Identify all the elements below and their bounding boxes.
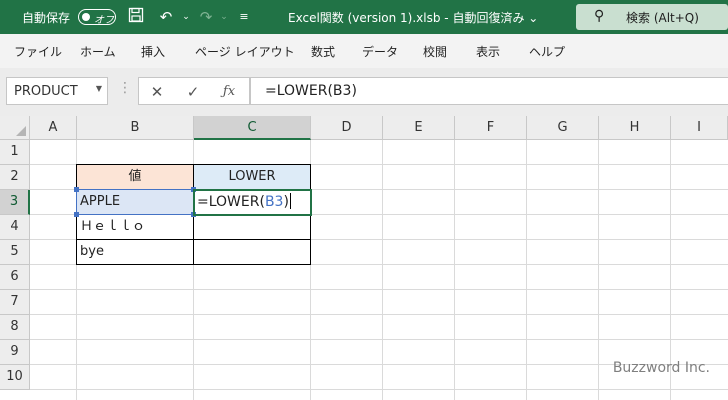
row-header-2[interactable]: 2 xyxy=(0,165,30,190)
search-label: 検索 (Alt+Q) xyxy=(626,11,699,25)
column-header-i[interactable]: I xyxy=(671,116,728,140)
active-cell-border xyxy=(193,189,312,216)
gridline xyxy=(526,140,527,400)
autosave-toggle[interactable]: オフ xyxy=(78,9,116,26)
resize-handle-icon[interactable]: ⋮ xyxy=(118,80,132,96)
toggle-knob xyxy=(82,13,90,21)
tab-review[interactable]: 校閲 xyxy=(423,43,447,60)
formula-text: =LOWER(B3) xyxy=(265,83,357,99)
column-header-b[interactable]: B xyxy=(77,116,194,140)
search-icon: ⚲ xyxy=(594,8,605,24)
tab-insert[interactable]: 挿入 xyxy=(141,43,165,60)
reference-highlight[interactable] xyxy=(76,189,194,215)
gridline xyxy=(30,389,728,390)
tab-page-layout[interactable]: ページ レイアウト xyxy=(195,43,295,60)
tab-file[interactable]: ファイル xyxy=(14,43,62,60)
row-header-9[interactable]: 9 xyxy=(0,340,30,365)
row-header-5[interactable]: 5 xyxy=(0,240,30,265)
worksheet[interactable]: A B C D E F G H I 1 2 3 4 5 6 7 8 9 10 値… xyxy=(0,116,728,400)
gridline xyxy=(30,314,728,315)
reference-handle[interactable] xyxy=(74,212,79,217)
gridline xyxy=(30,289,728,290)
column-header-a[interactable]: A xyxy=(30,116,77,140)
column-header-h[interactable]: H xyxy=(599,116,671,140)
gridline xyxy=(382,140,383,400)
window-title: Excel関数 (version 1).xlsb - 自動回復済み ⌄ xyxy=(288,11,539,25)
row-header-10[interactable]: 10 xyxy=(0,365,30,390)
column-header-d[interactable]: D xyxy=(311,116,383,140)
ribbon-tabs: ファイル ホーム 挿入 ページ レイアウト 数式 データ 校閲 表示 ヘルプ xyxy=(0,34,728,68)
formula-input[interactable]: =LOWER(B3) xyxy=(250,77,728,105)
undo-icon[interactable]: ↶ xyxy=(156,7,176,27)
enter-icon[interactable]: ✓ xyxy=(181,82,205,102)
tab-view[interactable]: 表示 xyxy=(476,43,500,60)
tab-home[interactable]: ホーム xyxy=(80,43,116,60)
column-header-e[interactable]: E xyxy=(383,116,455,140)
tab-formulas[interactable]: 数式 xyxy=(311,43,335,60)
watermark: Buzzword Inc. xyxy=(612,360,710,376)
row-header-4[interactable]: 4 xyxy=(0,215,30,240)
customize-icon[interactable]: ≡ xyxy=(234,7,254,27)
autosave-state: オフ xyxy=(94,15,114,26)
formula-buttons: ✕ ✓ ƒx xyxy=(138,77,250,105)
select-all-icon xyxy=(16,126,26,136)
column-header-c[interactable]: C xyxy=(194,116,311,140)
row-header-3[interactable]: 3 xyxy=(0,190,30,215)
autosave-label: 自動保存 xyxy=(22,11,71,25)
chevron-down-icon[interactable]: ▼ xyxy=(96,84,102,93)
insert-function-icon[interactable]: ƒx xyxy=(217,82,241,102)
tab-help[interactable]: ヘルプ xyxy=(529,43,565,60)
column-header-g[interactable]: G xyxy=(527,116,599,140)
row-header-7[interactable]: 7 xyxy=(0,290,30,315)
gridline xyxy=(30,339,728,340)
title-bar: 自動保存 オフ ↶ ⌄ ↷ ⌄ ≡ Excel関数 (version 1).xl… xyxy=(0,0,728,34)
save-icon[interactable] xyxy=(126,7,146,27)
cancel-icon[interactable]: ✕ xyxy=(145,82,169,102)
reference-handle[interactable] xyxy=(74,187,79,192)
select-all-button[interactable] xyxy=(0,116,30,140)
table-border xyxy=(76,239,311,240)
redo-icon[interactable]: ↷ xyxy=(196,7,216,27)
formula-bar: PRODUCT ▼ ⋮ ✕ ✓ ƒx =LOWER(B3) xyxy=(0,68,728,116)
row-header-1[interactable]: 1 xyxy=(0,140,30,165)
tab-data[interactable]: データ xyxy=(362,43,398,60)
column-header-f[interactable]: F xyxy=(455,116,527,140)
redo-dropdown-icon[interactable]: ⌄ xyxy=(214,7,234,27)
undo-dropdown-icon[interactable]: ⌄ xyxy=(176,7,196,27)
gridline xyxy=(598,140,599,400)
name-box-value: PRODUCT xyxy=(14,84,78,99)
name-box[interactable]: PRODUCT ▼ xyxy=(6,77,108,105)
search-box[interactable]: ⚲ 検索 (Alt+Q) xyxy=(576,4,728,30)
row-header-8[interactable]: 8 xyxy=(0,315,30,340)
row-header-6[interactable]: 6 xyxy=(0,265,30,290)
gridline xyxy=(454,140,455,400)
